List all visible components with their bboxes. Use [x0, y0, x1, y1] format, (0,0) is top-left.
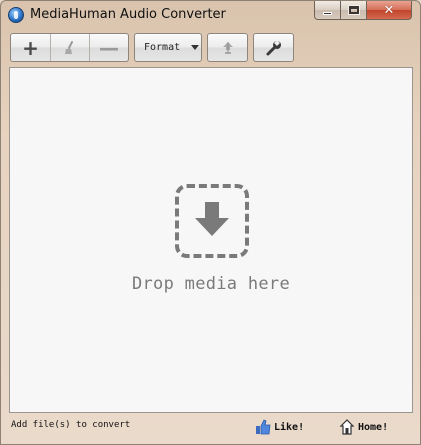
minus-icon: — — [99, 35, 119, 60]
status-text: Add file(s) to convert — [11, 420, 131, 430]
download-arrow-icon — [195, 202, 229, 236]
app-window: MediaHuman Audio Converter ✕ + — Format … — [0, 0, 421, 445]
convert-button[interactable] — [208, 34, 247, 61]
close-icon: ✕ — [383, 2, 395, 18]
maximize-icon — [347, 5, 360, 15]
chevron-down-icon — [191, 45, 199, 50]
drop-area[interactable]: Drop media here — [9, 67, 413, 413]
plus-icon: + — [22, 35, 39, 60]
home-label: Home! — [358, 421, 389, 433]
add-files-button[interactable]: + — [11, 34, 50, 61]
home-icon — [339, 419, 355, 435]
settings-button-group — [253, 33, 294, 62]
clear-list-button[interactable] — [50, 34, 89, 61]
drop-media-text: Drop media here — [131, 274, 291, 294]
status-bar: Add file(s) to convert Like! Home! — [9, 416, 413, 438]
wrench-icon — [266, 39, 281, 55]
like-link[interactable]: Like! — [255, 417, 304, 437]
toolbar: + — Format — [10, 33, 294, 62]
close-button[interactable]: ✕ — [367, 1, 412, 20]
format-dropdown[interactable]: Format — [135, 34, 201, 61]
minimize-icon — [323, 11, 332, 15]
caption-buttons: ✕ — [314, 1, 412, 20]
settings-button[interactable] — [254, 34, 293, 61]
format-button-group: Format — [134, 33, 202, 62]
file-button-group: + — — [10, 33, 129, 62]
convert-icon — [222, 41, 233, 54]
maximize-button[interactable] — [341, 1, 367, 20]
app-icon[interactable] — [8, 7, 24, 23]
drop-frame — [175, 184, 249, 258]
convert-button-group — [207, 33, 248, 62]
window-title: MediaHuman Audio Converter — [30, 7, 226, 22]
format-label: Format — [144, 42, 181, 53]
title-bar[interactable]: MediaHuman Audio Converter ✕ — [1, 1, 420, 29]
like-label: Like! — [274, 421, 305, 433]
remove-file-button[interactable]: — — [89, 34, 128, 61]
home-link[interactable]: Home! — [339, 417, 388, 437]
thumbs-up-icon — [256, 419, 271, 435]
broom-icon — [65, 40, 73, 54]
minimize-button[interactable] — [314, 1, 341, 20]
